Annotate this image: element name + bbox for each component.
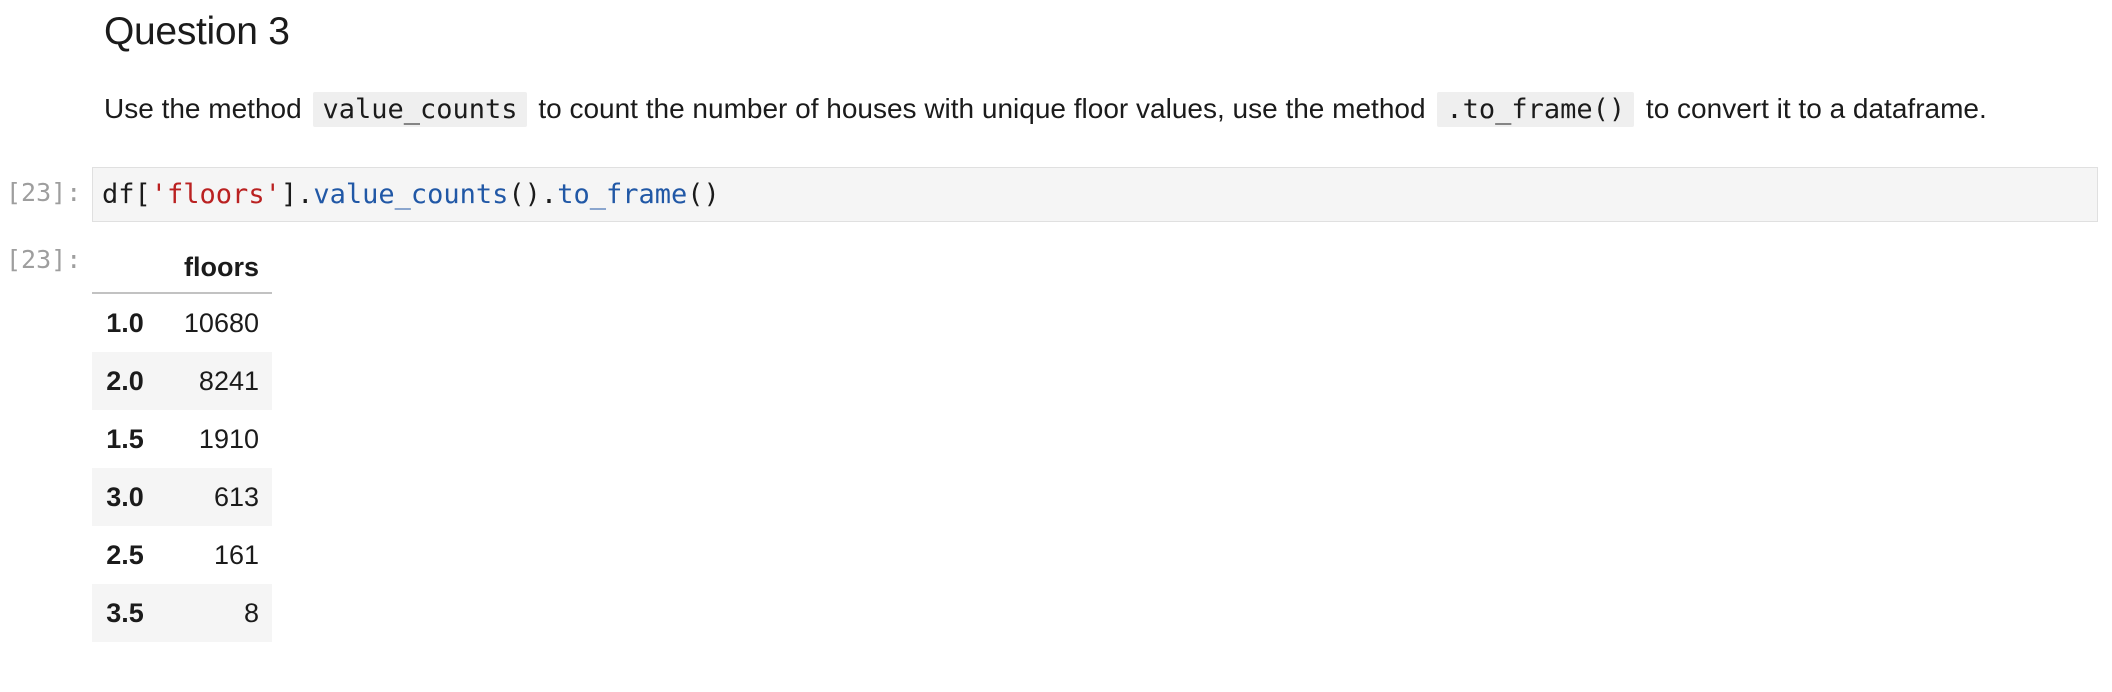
table-row: 2.0 8241 xyxy=(92,352,272,410)
row-index: 2.0 xyxy=(106,365,144,396)
question-text-part-1: Use the method xyxy=(104,93,302,124)
input-prompt: [23]: xyxy=(6,178,82,207)
table-row: 3.5 8 xyxy=(92,584,272,642)
table-row: 1.0 10680 xyxy=(92,293,272,352)
row-index: 1.0 xyxy=(106,307,144,338)
table-row: 2.5 161 xyxy=(92,526,272,584)
row-value: 8241 xyxy=(198,365,259,396)
table-row: 1.5 1910 xyxy=(92,410,272,468)
code-cell-editor[interactable]: df['floors'].value_counts().to_frame() xyxy=(92,167,2098,222)
code-token-value-counts: value_counts xyxy=(313,179,509,210)
inline-code-value-counts: value_counts xyxy=(313,92,527,127)
question-text-part-3: to convert it to a dataframe. xyxy=(1645,93,1987,124)
row-index: 1.5 xyxy=(106,423,144,454)
row-value: 10680 xyxy=(183,307,259,338)
inline-code-to-frame: .to_frame() xyxy=(1437,92,1635,127)
code-token-string-floors: 'floors' xyxy=(150,179,281,210)
row-index: 3.0 xyxy=(106,481,144,512)
column-header-floors: floors xyxy=(158,242,272,294)
code-token-call: () xyxy=(687,179,720,210)
row-index: 3.5 xyxy=(106,597,144,628)
code-token-df: df[ xyxy=(102,179,151,210)
code-token-bracket-dot: ]. xyxy=(280,179,314,210)
row-value: 8 xyxy=(243,597,259,628)
code-line[interactable]: df['floors'].value_counts().to_frame() xyxy=(102,179,720,210)
index-header xyxy=(92,242,158,294)
code-token-to-frame: to_frame xyxy=(557,179,688,210)
question-heading: Question 3 xyxy=(104,10,290,53)
code-token-call-dot: (). xyxy=(508,179,558,210)
row-value: 161 xyxy=(213,539,259,570)
table-row: 3.0 613 xyxy=(92,468,272,526)
row-index: 2.5 xyxy=(106,539,144,570)
table-header-row: floors xyxy=(92,242,272,294)
output-dataframe-table: floors 1.0 10680 2.0 8241 1.5 1910 3.0 6… xyxy=(92,242,272,642)
output-prompt: [23]: xyxy=(6,245,82,274)
row-value: 613 xyxy=(213,481,259,512)
question-text: Use the method value_counts to count the… xyxy=(104,89,1987,130)
question-text-part-2: to count the number of houses with uniqu… xyxy=(538,93,1426,124)
row-value: 1910 xyxy=(198,423,259,454)
